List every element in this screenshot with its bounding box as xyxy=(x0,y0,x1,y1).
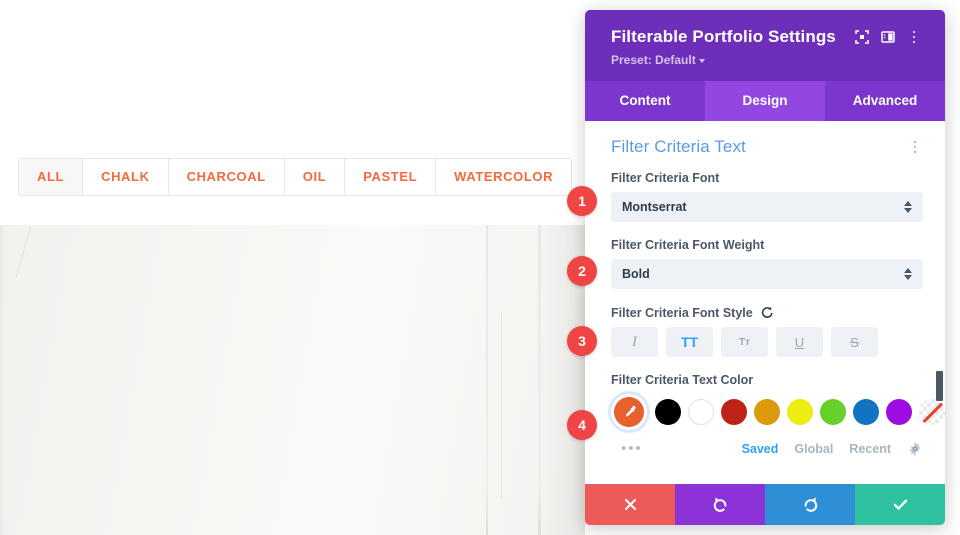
color-swatch-row xyxy=(611,394,945,430)
section-title: Filter Criteria Text xyxy=(611,137,746,156)
filter-button-oil[interactable]: Oil xyxy=(284,159,346,195)
text-color-label: Filter Criteria Text Color xyxy=(611,373,754,387)
font-style-underline-button[interactable]: U xyxy=(776,327,823,357)
preset-selector[interactable]: Preset: Default xyxy=(611,53,705,67)
field-filter-criteria-text-color: Filter Criteria Text Color ••• Saved Glo… xyxy=(611,373,945,457)
swatch-dark-red[interactable] xyxy=(721,399,747,425)
filter-button-watercolor[interactable]: Watercolor xyxy=(436,159,572,195)
italic-icon: I xyxy=(632,333,637,350)
swatch-green[interactable] xyxy=(820,399,846,425)
wall-texture-line xyxy=(501,313,502,498)
checkmark-icon xyxy=(893,499,907,510)
focus-frame-icon[interactable] xyxy=(849,26,875,48)
callout-badge-1: 1 xyxy=(567,186,597,216)
screenshot-stage: All Chalk Charcoal Oil Pastel Watercolor… xyxy=(0,0,960,535)
portfolio-image xyxy=(0,225,585,535)
modal-title: Filterable Portfolio Settings xyxy=(611,27,836,46)
callout-badge-3: 3 xyxy=(567,326,597,356)
swatch-amber[interactable] xyxy=(754,399,780,425)
modal-footer-actions xyxy=(585,484,945,525)
strikethrough-icon: S xyxy=(850,334,859,350)
uppercase-icon: TT xyxy=(680,334,699,350)
font-style-buttons: I TT Tт U S xyxy=(611,327,923,357)
small-caps-icon: Tт xyxy=(738,336,750,348)
reset-icon[interactable] xyxy=(760,305,775,320)
swatch-black[interactable] xyxy=(655,399,681,425)
font-weight-select-value: Bold xyxy=(622,267,650,281)
swatch-purple[interactable] xyxy=(886,399,912,425)
tab-advanced[interactable]: Advanced xyxy=(825,81,945,121)
portfolio-filter-bar: All Chalk Charcoal Oil Pastel Watercolor xyxy=(18,158,573,196)
font-style-uppercase-button[interactable]: TT xyxy=(666,327,713,357)
color-tab-saved[interactable]: Saved xyxy=(742,442,779,456)
select-arrows-icon xyxy=(904,201,912,213)
filter-button-chalk[interactable]: Chalk xyxy=(83,159,169,195)
kebab-menu-icon[interactable] xyxy=(901,26,927,48)
swatch-transparent[interactable] xyxy=(919,399,945,425)
font-weight-label: Filter Criteria Font Weight xyxy=(611,238,765,252)
font-select-value: Montserrat xyxy=(622,200,687,214)
underline-icon: U xyxy=(794,334,805,350)
font-label: Filter Criteria Font xyxy=(611,171,720,185)
modal-body: Filter Criteria Text Filter Criteria Fon… xyxy=(585,121,945,484)
redo-icon xyxy=(804,497,817,512)
more-colors-button[interactable]: ••• xyxy=(621,441,643,456)
modal-header: Filterable Portfolio Settings Preset: De… xyxy=(585,10,945,81)
modal-header-top-row: Filterable Portfolio Settings xyxy=(611,26,927,48)
swatch-yellow[interactable] xyxy=(787,399,813,425)
undo-icon xyxy=(713,497,726,512)
filter-button-all[interactable]: All xyxy=(19,159,84,195)
color-picker-tabs: Saved Global Recent xyxy=(742,441,923,457)
tab-design[interactable]: Design xyxy=(705,81,825,121)
eyedropper-icon xyxy=(625,405,636,417)
tab-content[interactable]: Content xyxy=(585,81,705,121)
wall-texture-line xyxy=(15,227,31,278)
kebab-dots xyxy=(906,28,922,46)
modal-tab-bar: Content Design Advanced xyxy=(585,81,945,121)
font-style-italic-button[interactable]: I xyxy=(611,327,658,357)
callout-badge-4: 4 xyxy=(567,410,597,440)
field-label: Filter Criteria Font Style xyxy=(611,305,923,320)
field-filter-criteria-font-style: Filter Criteria Font Style I TT Tт U S xyxy=(611,305,923,357)
filter-button-charcoal[interactable]: Charcoal xyxy=(168,159,285,195)
field-label: Filter Criteria Font Weight xyxy=(611,238,923,252)
swatch-white[interactable] xyxy=(688,399,714,425)
color-tab-recent[interactable]: Recent xyxy=(849,442,891,456)
selected-color-circle xyxy=(614,397,644,427)
field-label: Filter Criteria Font xyxy=(611,171,923,185)
module-settings-modal: Filterable Portfolio Settings Preset: De… xyxy=(585,10,945,525)
preset-label: Preset: Default xyxy=(611,53,696,67)
callout-badge-2: 2 xyxy=(567,256,597,286)
filter-button-pastel[interactable]: Pastel xyxy=(345,159,437,195)
field-filter-criteria-font-weight: Filter Criteria Font Weight Bold xyxy=(611,238,923,289)
cancel-button[interactable] xyxy=(585,484,675,525)
color-picker-footer: ••• Saved Global Recent xyxy=(611,441,923,457)
layout-split-icon[interactable] xyxy=(875,26,901,48)
close-icon xyxy=(624,498,636,511)
select-arrows-icon xyxy=(904,268,912,280)
field-label: Filter Criteria Text Color xyxy=(611,373,923,387)
font-style-label: Filter Criteria Font Style xyxy=(611,305,753,320)
section-options-icon[interactable] xyxy=(907,138,923,156)
color-picker-selected[interactable] xyxy=(611,394,647,430)
gear-icon[interactable] xyxy=(907,441,923,457)
chevron-down-icon xyxy=(698,58,705,63)
redo-button[interactable] xyxy=(765,484,855,525)
save-button[interactable] xyxy=(855,484,945,525)
color-tab-global[interactable]: Global xyxy=(794,442,833,456)
font-style-small-caps-button[interactable]: Tт xyxy=(721,327,768,357)
panel-scrollbar-thumb[interactable] xyxy=(936,371,943,401)
undo-button[interactable] xyxy=(675,484,765,525)
font-weight-select[interactable]: Bold xyxy=(611,259,923,289)
font-select[interactable]: Montserrat xyxy=(611,192,923,222)
font-style-strikethrough-button[interactable]: S xyxy=(831,327,878,357)
field-filter-criteria-font: Filter Criteria Font Montserrat xyxy=(611,171,923,222)
swatch-blue[interactable] xyxy=(853,399,879,425)
section-header: Filter Criteria Text xyxy=(611,137,923,157)
